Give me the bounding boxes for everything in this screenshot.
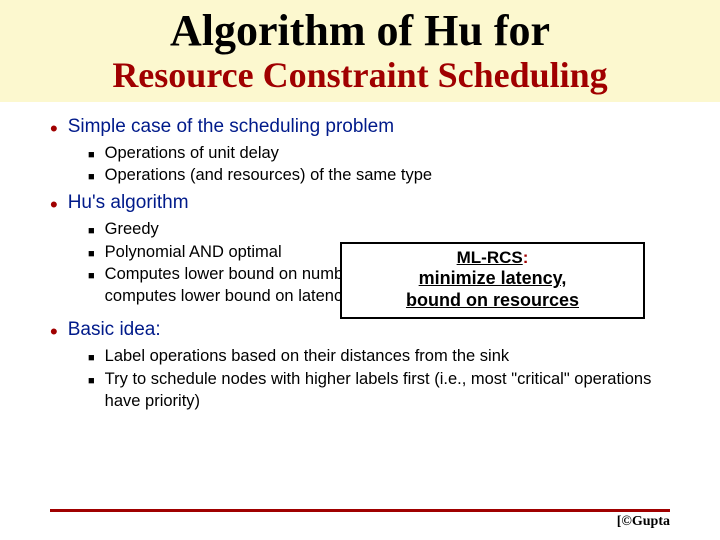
square-bullet-icon: ■: [88, 269, 95, 284]
bullet-icon: •: [50, 321, 58, 343]
heading-text: Hu's algorithm: [68, 192, 690, 214]
list-item: ■ Try to schedule nodes with higher labe…: [88, 368, 690, 413]
footer-rule: [50, 509, 670, 512]
list-item: ■ Greedy: [88, 218, 690, 240]
bullet-icon: •: [50, 194, 58, 216]
callout-colon: :: [523, 248, 529, 267]
section-heading: • Simple case of the scheduling problem: [50, 116, 690, 140]
list-item: ■ Label operations based on their distan…: [88, 345, 690, 367]
section-items: ■ Label operations based on their distan…: [88, 345, 690, 412]
credit-text: [©Gupta: [617, 514, 670, 530]
list-item: ■ Operations (and resources) of the same…: [88, 164, 690, 186]
item-text: Try to schedule nodes with higher labels…: [105, 368, 690, 413]
title-band: Algorithm of Hu for Resource Constraint …: [0, 0, 720, 102]
square-bullet-icon: ■: [88, 170, 95, 185]
item-text: Operations of unit delay: [105, 142, 690, 164]
callout-header: ML-RCS:: [348, 248, 637, 268]
square-bullet-icon: ■: [88, 224, 95, 239]
square-bullet-icon: ■: [88, 148, 95, 163]
heading-text: Simple case of the scheduling problem: [68, 116, 690, 138]
title-line2: Resource Constraint Scheduling: [20, 56, 700, 96]
bullet-icon: •: [50, 118, 58, 140]
square-bullet-icon: ■: [88, 247, 95, 262]
heading-text: Basic idea:: [68, 319, 690, 341]
square-bullet-icon: ■: [88, 374, 95, 389]
list-item: ■ Operations of unit delay: [88, 142, 690, 164]
section-heading: • Basic idea:: [50, 319, 690, 343]
square-bullet-icon: ■: [88, 351, 95, 366]
item-text: Label operations based on their distance…: [105, 345, 690, 367]
callout-line2: bound on resources: [348, 290, 637, 312]
callout-box: ML-RCS: minimize latency, bound on resou…: [340, 242, 645, 319]
title-line1: Algorithm of Hu for: [20, 8, 700, 54]
section-items: ■ Operations of unit delay ■ Operations …: [88, 142, 690, 187]
section-heading: • Hu's algorithm: [50, 192, 690, 216]
item-text: Greedy: [105, 218, 690, 240]
callout-line1: minimize latency,: [348, 268, 637, 290]
item-text: Operations (and resources) of the same t…: [105, 164, 690, 186]
callout-label: ML-RCS: [457, 248, 523, 267]
